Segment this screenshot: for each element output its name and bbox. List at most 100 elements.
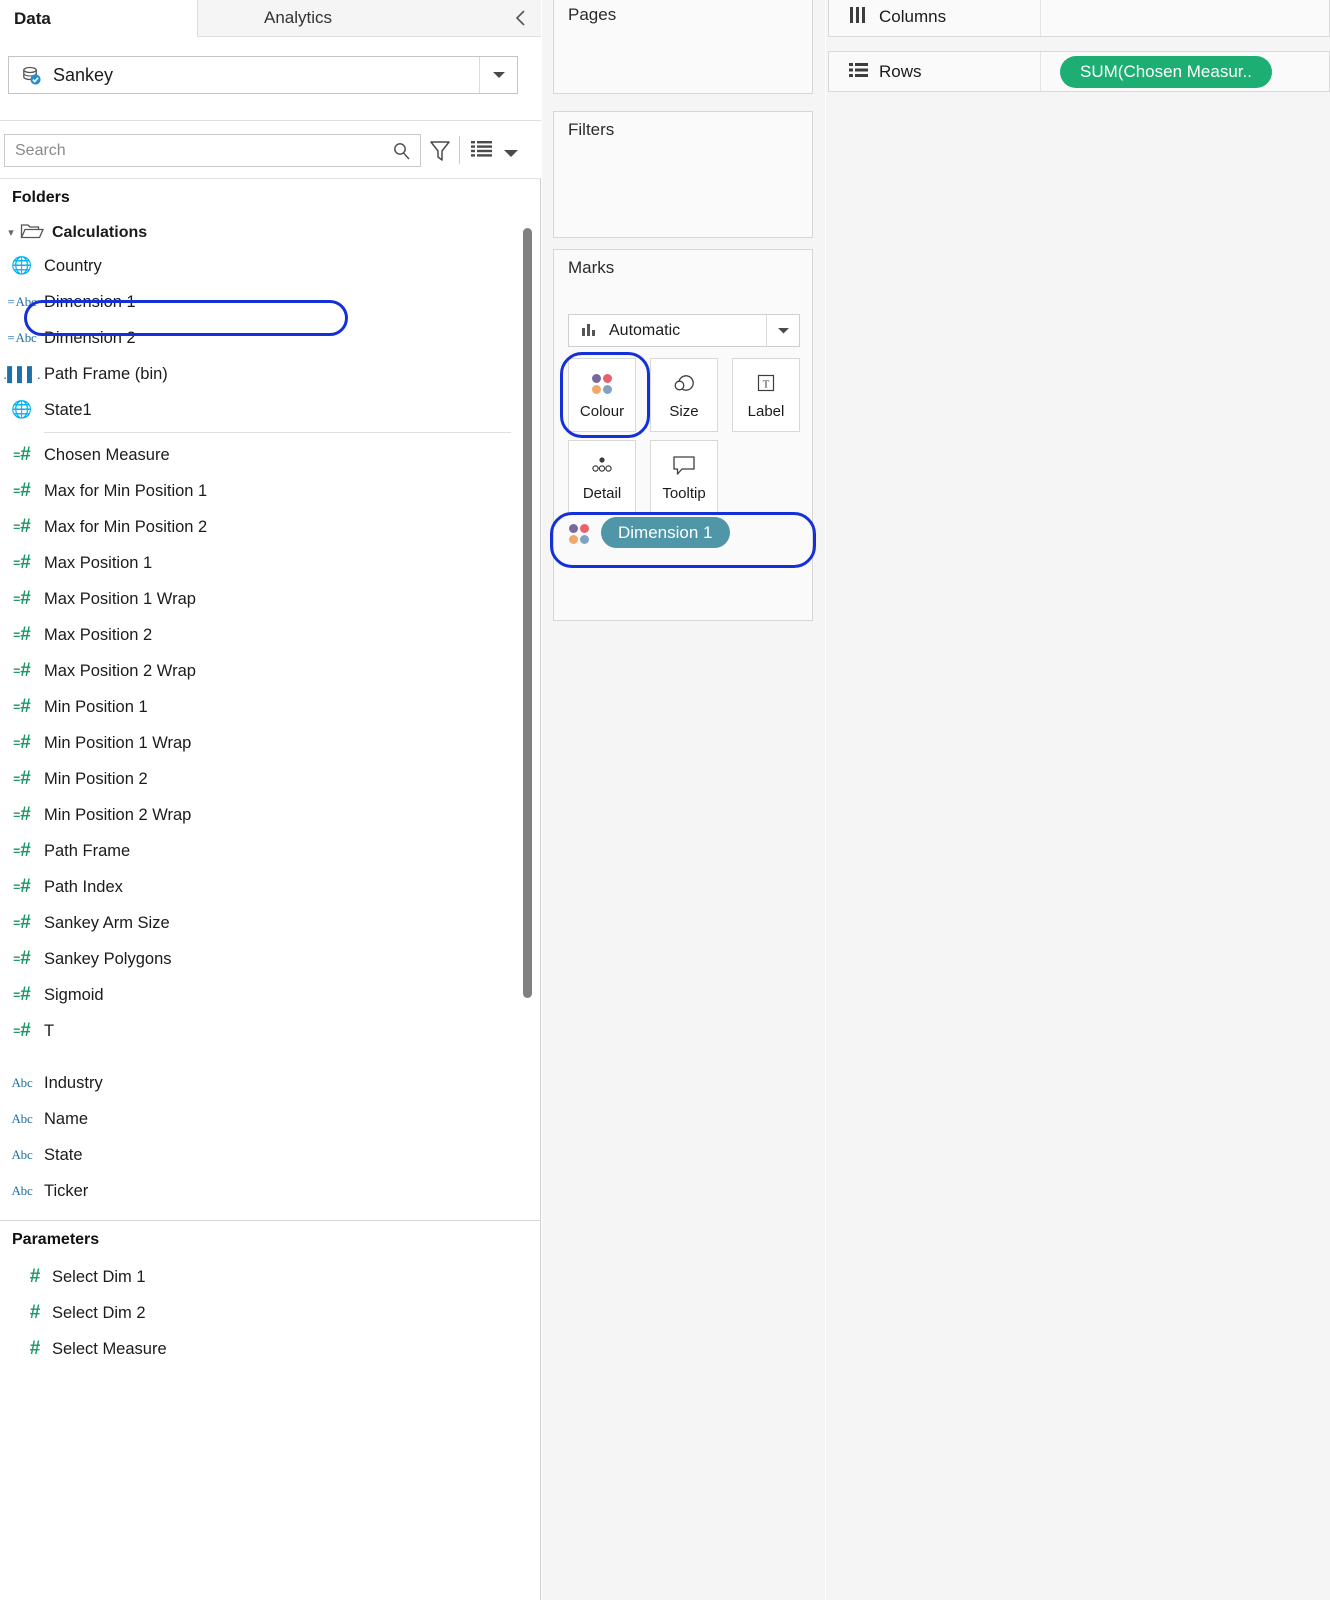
marks-button-size[interactable]: Size — [650, 358, 718, 432]
field-item[interactable]: .▌▌▌. Path Frame (bin) — [0, 356, 541, 392]
calc-hash-icon: # — [13, 912, 31, 934]
field-item[interactable]: Abc Dimension 1 — [0, 284, 541, 320]
marks-button-detail[interactable]: Detail — [568, 440, 636, 514]
marks-pill-dimension1[interactable]: Dimension 1 — [601, 517, 730, 548]
field-item[interactable]: 🌐 Country — [0, 248, 541, 284]
field-item[interactable]: # Max Position 1 — [0, 545, 541, 581]
calc-hash-icon: # — [13, 480, 31, 502]
chevron-down-icon[interactable]: ▾ — [2, 226, 20, 239]
folder-calculations[interactable]: ▾ Calculations — [0, 217, 541, 248]
field-item-label: Max Position 1 Wrap — [44, 589, 196, 608]
field-item[interactable]: Abc Industry — [0, 1065, 541, 1101]
rows-shelf[interactable]: Rows SUM(Chosen Measur.. — [828, 51, 1330, 92]
calc-hash-icon: # — [13, 516, 31, 538]
field-item[interactable]: # Max Position 2 Wrap — [0, 653, 541, 689]
field-item[interactable]: # Max for Min Position 2 — [0, 509, 541, 545]
field-item-label: Min Position 1 — [44, 697, 148, 716]
parameters-header: Parameters — [12, 1231, 100, 1248]
search-icon[interactable] — [392, 141, 412, 165]
calc-hash-icon: # — [13, 876, 31, 898]
field-item-label: Country — [44, 256, 102, 275]
hash-icon: # — [29, 1266, 41, 1287]
abc-icon: Abc — [11, 1111, 33, 1126]
globe-icon: 🌐 — [11, 256, 33, 275]
toolbar-divider — [459, 136, 460, 164]
calc-hash-icon: # — [13, 768, 31, 790]
field-item[interactable]: #T — [0, 1013, 541, 1049]
tab-analytics[interactable]: Analytics — [197, 0, 541, 37]
field-item[interactable]: # Min Position 1 — [0, 689, 541, 725]
filters-shelf[interactable]: Filters — [553, 111, 813, 238]
tab-data[interactable]: Data — [14, 0, 51, 37]
datasource-selector[interactable]: Sankey — [8, 56, 518, 94]
pages-shelf[interactable]: Pages — [553, 0, 813, 94]
field-item[interactable]: # Min Position 2 Wrap — [0, 797, 541, 833]
marks-pill-dimension1-label: Dimension 1 — [618, 522, 713, 542]
caret-down-icon[interactable] — [479, 57, 517, 93]
parameter-item-label: Select Dim 1 — [52, 1267, 146, 1286]
field-item[interactable]: Abc Ticker — [0, 1173, 541, 1209]
field-item[interactable]: # Path Index — [0, 869, 541, 905]
marks-button-detail-label: Detail — [582, 485, 622, 502]
field-item-label: Max Position 2 — [44, 625, 153, 644]
calc-hash-icon: # — [13, 984, 31, 1006]
fields-scrollbar[interactable] — [523, 228, 532, 998]
grid-view-icon[interactable] — [470, 139, 494, 165]
calc-hash-icon: # — [13, 444, 31, 466]
field-item[interactable]: 🌐 State1 — [0, 392, 541, 428]
field-item-label: Chosen Measure — [44, 445, 170, 464]
tab-analytics-label: Analytics — [264, 8, 333, 27]
abc-icon: Abc — [11, 1183, 33, 1198]
field-item[interactable]: # Sankey Polygons — [0, 941, 541, 977]
caret-down-icon[interactable] — [766, 315, 799, 346]
fields-scrollbar-thumb[interactable] — [523, 228, 532, 998]
mark-type-label: Automatic — [609, 321, 681, 339]
field-item[interactable]: Abc Name — [0, 1101, 541, 1137]
rows-pill-sum-chosen-measure[interactable]: SUM(Chosen Measur.. — [1060, 55, 1272, 88]
search-field[interactable] — [4, 134, 421, 167]
chevron-left-icon[interactable] — [513, 8, 527, 28]
field-item[interactable]: # Max Position 2 — [0, 617, 541, 653]
calc-abc-icon: Abc — [7, 294, 37, 310]
funnel-icon[interactable] — [428, 139, 452, 167]
field-item[interactable]: # Max for Min Position 1 — [0, 473, 541, 509]
field-item[interactable]: # Sankey Arm Size — [0, 905, 541, 941]
marks-button-colour-label: Colour — [579, 403, 625, 420]
parameter-item[interactable]: # Select Measure — [0, 1331, 541, 1367]
rows-pill-label: SUM(Chosen Measur.. — [1080, 61, 1252, 81]
folders-header: Folders — [12, 189, 70, 206]
pane-tabstrip: Data Analytics — [0, 0, 541, 37]
parameters-list: # Select Dim 1 # Select Dim 2 # Select Measur… — [0, 1259, 541, 1367]
filters-shelf-title: Filters — [568, 120, 615, 139]
field-item[interactable]: # Min Position 1 Wrap — [0, 725, 541, 761]
field-item[interactable]: Abc Dimension 2 — [0, 320, 541, 356]
field-item[interactable]: # Max Position 1 Wrap — [0, 581, 541, 617]
svg-text:T: T — [763, 378, 770, 390]
search-input[interactable] — [13, 140, 383, 161]
abc-icon: Abc — [11, 1147, 33, 1162]
field-item[interactable]: Abc State — [0, 1137, 541, 1173]
marks-button-tooltip[interactable]: Tooltip — [650, 440, 718, 514]
parameters-section: Parameters # Select Dim 1 # Select Dim 2 # Se… — [0, 1221, 541, 1367]
field-item[interactable]: # Sigmoid — [0, 977, 541, 1013]
calc-hash-icon: # — [13, 552, 31, 574]
field-item-label: Sankey Polygons — [44, 949, 172, 968]
parameter-item[interactable]: # Select Dim 2 — [0, 1295, 541, 1331]
marks-button-colour[interactable]: Colour — [568, 358, 636, 432]
mark-type-selector[interactable]: Automatic — [568, 314, 800, 347]
calc-hash-icon: # — [13, 732, 31, 754]
marks-button-label[interactable]: T Label — [732, 358, 800, 432]
fields-group-calculations-dims: 🌐 Country Abc Dimension 1 Abc Dimension 2 .▌▌▌… — [0, 248, 541, 428]
columns-shelf[interactable]: Columns — [828, 0, 1330, 37]
field-item[interactable]: # Chosen Measure — [0, 437, 541, 473]
field-item[interactable]: # Path Frame — [0, 833, 541, 869]
folder-open-icon — [20, 222, 44, 244]
field-item[interactable]: # Min Position 2 — [0, 761, 541, 797]
viz-area: Columns Rows SUM(Chosen Measur.. — [826, 0, 1330, 1600]
parameter-item[interactable]: # Select Dim 1 — [0, 1259, 541, 1295]
field-item-label: Dimension 1 — [44, 292, 136, 311]
caret-down-icon[interactable] — [504, 145, 518, 162]
fields-group-strings: Abc Industry Abc Name Abc State Abc Ticker — [0, 1065, 541, 1209]
calc-hash-icon: # — [13, 624, 31, 646]
field-item-label: Min Position 2 Wrap — [44, 805, 192, 824]
